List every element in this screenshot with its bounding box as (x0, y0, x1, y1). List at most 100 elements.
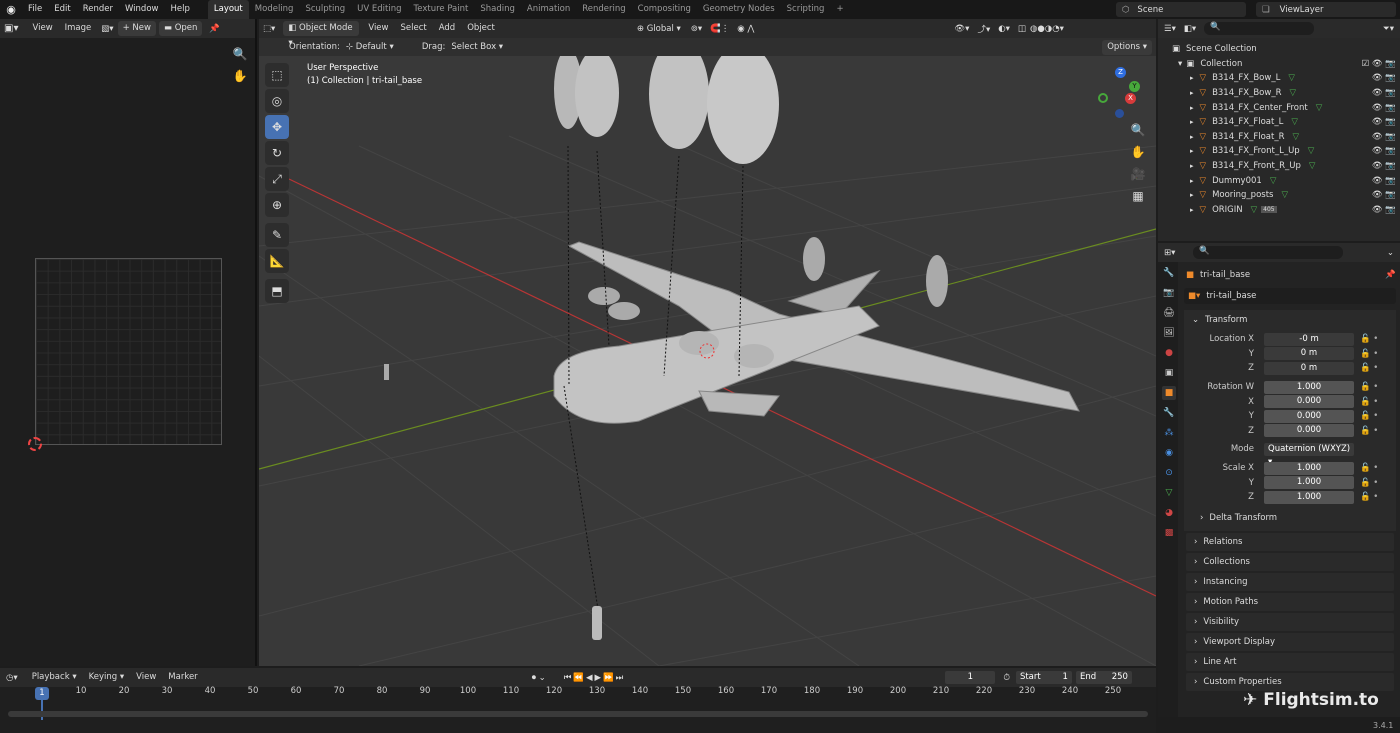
visibility-controls[interactable]: 👁 📷 (1372, 190, 1396, 200)
gizmo-neg-y[interactable] (1098, 93, 1108, 103)
lock-icon[interactable]: 🔓 • (1360, 334, 1378, 344)
rotation-mode-dropdown[interactable]: Quaternion (WXYZ) ▾ (1264, 442, 1354, 467)
texture-tab-icon[interactable]: ▩ (1162, 526, 1176, 540)
new-image-button[interactable]: + New (117, 21, 156, 36)
tab-scripting[interactable]: Scripting (781, 0, 831, 19)
visibility-controls[interactable]: 👁 📷 (1372, 176, 1396, 186)
lock-icon[interactable]: 🔓 • (1360, 463, 1378, 473)
zoom-icon[interactable]: 🔍 (1127, 123, 1149, 145)
menu-keying[interactable]: Keying ▾ (83, 668, 131, 687)
cursor-tool-icon[interactable]: ◎ (265, 89, 289, 113)
object-tab-icon[interactable]: ■ (1162, 386, 1176, 400)
physics-tab-icon[interactable]: ◉ (1162, 446, 1176, 460)
editor-type-icon[interactable]: ◷▾ (6, 673, 18, 683)
scene-selector[interactable]: ⬡ Scene (1116, 2, 1246, 17)
scene-tab-icon[interactable]: ● (1162, 346, 1176, 360)
tab-texture-paint[interactable]: Texture Paint (408, 0, 475, 19)
menu-window[interactable]: Window (119, 0, 165, 19)
snap-icon[interactable]: 🧲⋮ (710, 24, 729, 34)
pin-icon[interactable]: 📌 (1385, 270, 1396, 280)
orientation-dropdown[interactable]: ⊹ Default ▾ (346, 42, 416, 52)
pan-hand-icon[interactable]: ✋ (230, 69, 250, 89)
outliner-item[interactable]: ▸ ▽ ORIGIN ▽ 405 👁 📷 (1158, 203, 1400, 218)
gizmo-y-axis[interactable]: Y (1129, 81, 1140, 92)
move-tool-icon[interactable]: ✥ (265, 115, 289, 139)
rotation-y-field[interactable]: 0.000 (1264, 409, 1354, 423)
lock-icon[interactable]: 🔓 • (1360, 426, 1378, 436)
tab-modeling[interactable]: Modeling (249, 0, 300, 19)
data-tab-icon[interactable]: ▽ (1162, 486, 1176, 500)
tab-layout[interactable]: Layout (207, 0, 249, 19)
rotation-w-field[interactable]: 1.000 (1264, 380, 1354, 394)
outliner-item[interactable]: ▸ ▽ B314_FX_Float_L ▽ 👁 📷 (1158, 115, 1400, 130)
scale-y-field[interactable]: 1.000 (1264, 476, 1354, 490)
lock-icon[interactable]: 🔓 • (1360, 349, 1378, 359)
zoom-icon[interactable]: 🔍 (230, 47, 250, 67)
grid-perspective-icon[interactable]: ▦ (1127, 189, 1149, 211)
3d-viewport[interactable]: ⬚▾ ◧ Object Mode ▾ View Select Add Objec… (259, 19, 1156, 666)
expand-arrow-icon[interactable]: ▸ (1190, 133, 1194, 141)
property-panel-header[interactable]: › Visibility (1186, 612, 1394, 631)
scale-x-field[interactable]: 1.000 (1264, 461, 1354, 475)
menu-marker[interactable]: Marker (162, 668, 203, 687)
collection-controls[interactable]: ☑ 👁 📷 (1362, 59, 1396, 69)
output-tab-icon[interactable]: 🖨 (1162, 306, 1176, 320)
location-y-field[interactable]: 0 m (1264, 347, 1354, 361)
tab-uv-editing[interactable]: UV Editing (351, 0, 407, 19)
property-panel-header[interactable]: › Line Art (1186, 652, 1394, 671)
particles-tab-icon[interactable]: ⁂ (1162, 426, 1176, 440)
expand-arrow-icon[interactable]: ▸ (1190, 147, 1194, 155)
tab-rendering[interactable]: Rendering (576, 0, 631, 19)
measure-tool-icon[interactable]: 📐 (265, 249, 289, 273)
lock-icon[interactable]: 🔓 • (1360, 411, 1378, 421)
options-button[interactable]: Options ▾ (1102, 39, 1152, 55)
expand-arrow-icon[interactable]: ▸ (1190, 118, 1194, 126)
navigation-gizmo[interactable]: Z Y X (1095, 67, 1147, 119)
view-layer-tab-icon[interactable]: 🖼 (1162, 326, 1176, 340)
expand-arrow-icon[interactable]: ▸ (1190, 74, 1194, 82)
expand-arrow-icon[interactable]: ▸ (1190, 206, 1194, 214)
expand-arrow-icon[interactable]: ▾ (1178, 59, 1182, 69)
lock-icon[interactable]: 🔓 • (1360, 492, 1378, 502)
playback-controls[interactable]: ⏮⏪◀▶⏩⏭ (564, 673, 626, 683)
visibility-controls[interactable]: 👁 📷 (1372, 146, 1396, 156)
options-chevron-icon[interactable]: ⌄ (1387, 248, 1394, 258)
open-image-button[interactable]: ▬ Open (158, 21, 203, 36)
transform-orientation-dropdown[interactable]: ⊕ Global ▾ (637, 24, 681, 34)
blender-logo-icon[interactable]: ◉ (0, 3, 22, 16)
visibility-controls[interactable]: 👁 📷 (1372, 161, 1396, 171)
lock-icon[interactable]: 🔓 • (1360, 363, 1378, 373)
menu-image[interactable]: Image (59, 19, 98, 38)
filter-icon[interactable]: ⏷▾ (1383, 24, 1394, 34)
outliner-item[interactable]: ▸ ▽ B314_FX_Front_R_Up ▽ 👁 📷 (1158, 159, 1400, 174)
menu-file[interactable]: File (22, 0, 48, 19)
add-cube-icon[interactable]: ⬒ (265, 279, 289, 303)
transform-tool-icon[interactable]: ⊕ (265, 193, 289, 217)
world-tab-icon[interactable]: ▣ (1162, 366, 1176, 380)
editor-type-icon[interactable]: ☰▾ (1164, 24, 1176, 34)
drag-dropdown[interactable]: Select Box ▾ (451, 42, 503, 52)
menu-edit[interactable]: Edit (48, 0, 76, 19)
select-box-icon[interactable]: ⬚ (265, 63, 289, 87)
outliner-search-input[interactable]: 🔍 (1204, 22, 1315, 35)
2d-cursor-icon[interactable] (28, 437, 42, 451)
image-browse-icon[interactable]: ▧▾ (101, 24, 113, 34)
location-z-field[interactable]: 0 m (1264, 361, 1354, 375)
outliner-item[interactable]: ▸ ▽ Dummy001 ▽ 👁 📷 (1158, 173, 1400, 188)
shading-modes-icon[interactable]: ◍●◑◔▾ (1030, 24, 1064, 34)
mode-selector[interactable]: ◧ Object Mode ▾ (283, 21, 360, 48)
properties-search-input[interactable]: 🔍 (1193, 246, 1344, 259)
outliner-item[interactable]: ▸ ▽ Mooring_posts ▽ 👁 📷 (1158, 188, 1400, 203)
expand-arrow-icon[interactable]: ▸ (1190, 162, 1194, 170)
record-icon[interactable]: ⏺ ⌄ (532, 673, 546, 683)
rotate-tool-icon[interactable]: ↻ (265, 141, 289, 165)
pivot-icon[interactable]: ⊚▾ (691, 24, 702, 34)
tab-sculpting[interactable]: Sculpting (299, 0, 351, 19)
property-panel-header[interactable]: › Instancing (1186, 572, 1394, 591)
tool-tab-icon[interactable]: 🔧 (1162, 266, 1176, 280)
gizmo-toggle-icon[interactable]: ⤴▾ (977, 23, 990, 35)
proportional-edit-icon[interactable]: ◉ ⋀ (737, 24, 754, 34)
lock-icon[interactable]: 🔓 • (1360, 382, 1378, 392)
add-workspace-button[interactable]: + (830, 0, 849, 19)
pan-hand-icon[interactable]: ✋ (1127, 145, 1149, 167)
